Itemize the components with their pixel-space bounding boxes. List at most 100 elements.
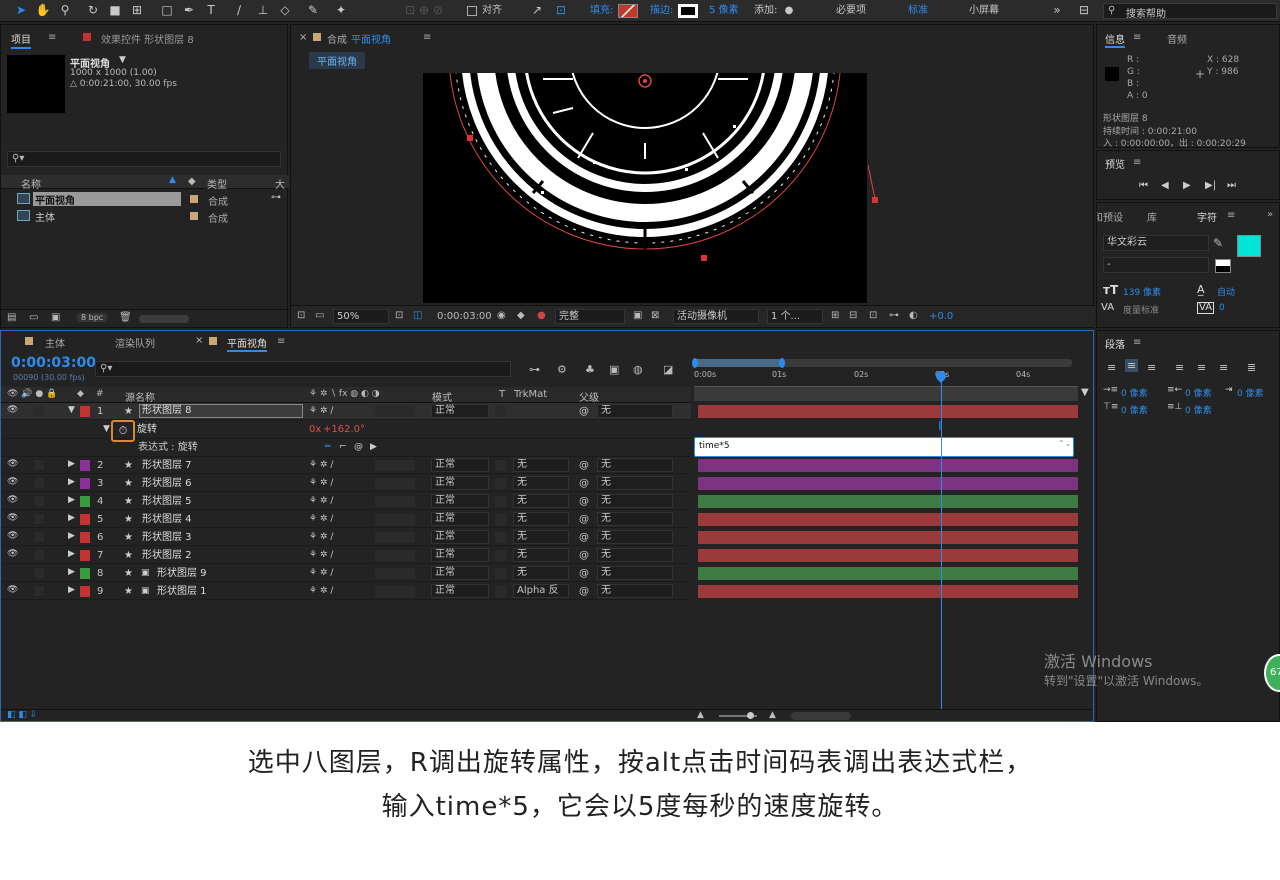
preserve-transparency-box[interactable] [495,514,506,525]
blend-mode-dropdown[interactable]: 正常 [431,566,489,580]
preserve-transparency-box[interactable] [495,532,506,543]
layer-name[interactable]: 形状图层 9 [157,567,207,580]
panel-menu-icon[interactable]: ≡ [1133,32,1141,43]
layer-switch-boxes[interactable] [375,568,415,579]
blend-mode-dropdown[interactable]: 正常 [431,476,489,490]
layer-switch-boxes[interactable] [375,532,415,543]
frame-blending-icon[interactable]: ▣ [609,363,619,376]
pickwhip-icon[interactable]: @ [579,477,589,490]
layer-label-color[interactable] [80,532,90,543]
pickwhip-icon[interactable]: @ [579,531,589,544]
col-parent[interactable]: 父级 [579,389,599,404]
pickwhip-icon[interactable]: @ [579,585,589,598]
text-tool-icon[interactable]: T [202,2,220,19]
preserve-transparency-box[interactable] [495,586,506,597]
layer-switches[interactable]: ⚘ ✲ ∕ [309,585,333,598]
exposure-value[interactable]: +0.0 [929,311,953,322]
panel-menu-icon[interactable]: ≡ [1227,210,1235,221]
play-icon[interactable]: ▶ [1183,180,1191,191]
comp-end-marker-icon[interactable]: ▼ [1081,387,1089,398]
col-type[interactable]: 类型 [207,176,227,191]
col-mode[interactable]: 模式 [432,389,452,404]
blend-mode-dropdown[interactable]: 正常 [431,512,489,526]
rotate-tool-icon[interactable]: ↻ [84,2,102,19]
layer-switches[interactable]: ⚘ ✲ ∕ [309,531,333,544]
expression-pickwhip-icon[interactable]: @ [354,441,363,454]
draft-3d-icon[interactable]: ⚙ [557,363,567,376]
layer-name[interactable]: 形状图层 5 [142,495,192,508]
clone-stamp-tool-icon[interactable]: ⊥ [254,2,272,19]
camera-tool-icon[interactable]: ■ [106,2,124,19]
justify-right-icon[interactable]: ≡ [1219,361,1228,374]
layer-switches[interactable]: ⚘ ✲ ∕ [309,549,333,562]
blend-mode-dropdown[interactable]: 正常 [431,458,489,472]
pen-tool-icon[interactable]: ✒ [180,2,198,19]
new-comp-icon[interactable]: ▣ [51,312,60,323]
layer-name[interactable]: 形状图层 7 [142,459,192,472]
exposure-icon[interactable]: ◐ [909,310,918,321]
puppet-tool-icon[interactable]: ✦ [332,2,350,19]
layer-row[interactable]: 👁 ▶ 7 ★ 形状图层 2 ⚘ ✲ ∕ 正常 无 @ 无 [1,547,691,564]
pickwhip-icon[interactable]: @ [579,405,589,418]
selection-tool-icon[interactable]: ➤ [12,2,30,19]
previous-frame-icon[interactable]: ◀ [1161,180,1169,191]
flowchart-icon[interactable]: ⊶ [271,192,281,203]
graph-editor-icon[interactable]: ◪ [663,363,673,376]
solo-toggle[interactable] [34,460,44,470]
panel-menu-icon[interactable]: ≡ [277,336,285,347]
parent-dropdown[interactable]: 无 [597,512,673,526]
solo-toggle[interactable] [34,496,44,506]
layer-switch-boxes[interactable] [375,478,415,489]
label-color[interactable] [190,212,198,220]
parent-dropdown[interactable]: 无 [597,494,673,508]
layer-row[interactable]: ▶ 8 ★ ▣ 形状图层 9 ⚘ ✲ ∕ 正常 无 @ 无 [1,565,691,582]
layer-duration-bar[interactable] [698,531,1078,544]
col-trkmat[interactable]: TrkMat [514,389,547,400]
layer-switches[interactable]: ⚘ ✲ ∕ [309,567,333,580]
layer-label-color[interactable] [80,568,90,579]
timeline-scrollbar[interactable] [791,712,851,720]
close-tab-icon[interactable]: × [299,32,307,43]
blend-mode-dropdown[interactable]: 正常 [431,404,489,418]
space-after-value[interactable]: 0 像素 [1185,403,1212,416]
last-frame-icon[interactable]: ⏭ [1227,180,1236,191]
rotation-revolutions[interactable]: 0x [309,423,321,436]
parent-dropdown[interactable]: 无 [597,566,673,580]
expand-arrow-icon[interactable]: ▶ [68,513,75,523]
layer-row[interactable]: 👁 ▶ 2 ★ 形状图层 7 ⚘ ✲ ∕ 正常 无 @ 无 [1,457,691,474]
solo-toggle[interactable] [34,586,44,596]
trkmat-dropdown[interactable]: 无 [513,566,569,580]
col-size[interactable]: 大 [275,176,285,191]
panel-menu-icon[interactable]: ≡ [423,32,431,43]
solo-toggle[interactable] [34,406,44,416]
always-preview-icon[interactable]: ⊡ [297,310,305,321]
expression-scroll-icon[interactable]: ⌃⌄ [1058,439,1071,448]
camera-dropdown[interactable]: 活动摄像机 [673,309,759,324]
align-right-icon[interactable]: ≡ [1147,361,1156,374]
snap-feature-icon[interactable]: ⊡ [552,2,570,19]
layer-switches[interactable]: ⚘ ✲ ∕ [309,459,333,472]
solo-toggle[interactable] [34,478,44,488]
solo-toggle[interactable] [34,550,44,560]
expand-arrow-icon[interactable]: ▼ [103,424,110,434]
tab-character[interactable]: 字符 [1197,209,1217,223]
timeline-icon[interactable]: ⊡ [869,310,877,321]
sync-settings-icon[interactable]: ⊟ [1074,2,1094,19]
preserve-transparency-box[interactable] [495,568,506,579]
trash-icon[interactable]: 🗑 [119,312,132,323]
sort-arrow-icon[interactable]: ▲ [169,175,176,185]
trkmat-dropdown[interactable]: 无 [513,476,569,490]
pickwhip-icon[interactable]: @ [579,549,589,562]
workspace-standard[interactable]: 标准 [908,4,928,18]
parent-dropdown[interactable]: 无 [597,530,673,544]
leading-value[interactable]: 自动 [1217,285,1235,298]
time-ruler[interactable]: 0:00s 01s 02s 03s 04s [694,369,1078,387]
pan-behind-tool-icon[interactable]: ⊞ [128,2,146,19]
zoom-tool-icon[interactable]: ⚲ [56,2,74,19]
parent-dropdown[interactable]: 无 [597,548,673,562]
layer-switch-boxes[interactable] [375,586,415,597]
space-before-value[interactable]: 0 像素 [1121,403,1148,416]
layer-name[interactable]: 形状图层 6 [142,477,192,490]
interpret-footage-icon[interactable]: ▤ [7,312,16,323]
expand-arrow-icon[interactable]: ▶ [68,477,75,487]
